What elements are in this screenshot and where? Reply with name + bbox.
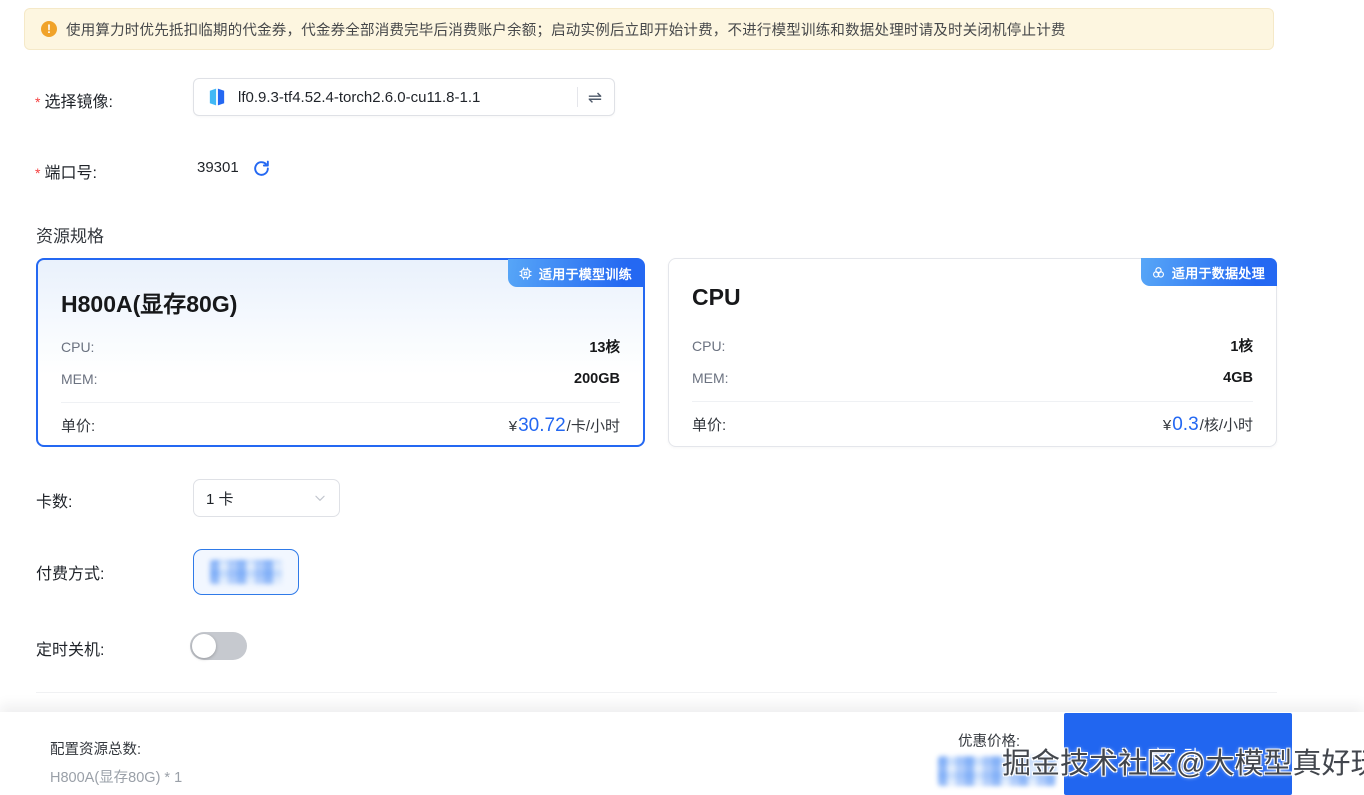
chip-icon [519, 267, 532, 279]
card-title: H800A(显存80G) [61, 291, 238, 317]
field-divider [576, 87, 578, 107]
mem-spec-row: MEM: 4GB [692, 370, 1253, 386]
resource-specs-title: 资源规格 [36, 227, 104, 246]
mem-value: 200GB [574, 371, 620, 387]
card-divider [61, 402, 620, 403]
content-divider [36, 692, 1277, 693]
card-count-select[interactable]: 1 卡 [193, 479, 340, 517]
payment-method-label: 付费方式: [36, 566, 105, 583]
launch-button[interactable]: 启 动 [1064, 713, 1292, 795]
price-key: 单价: [692, 417, 727, 434]
card-badge-data-processing: 适用于数据处理 [1140, 258, 1277, 286]
image-logo-icon [209, 88, 225, 106]
mem-spec-row: MEM: 200GB [61, 371, 620, 387]
cpu-value: 13核 [589, 340, 620, 356]
instance-config-page: ! 使用算力时优先抵扣临期的代金券，代金券全部消费完毕后消费账户余额；启动实例后… [0, 0, 1364, 795]
price-row: 单价: ¥30.72/卡/小时 [61, 415, 620, 437]
mem-value: 4GB [1223, 370, 1253, 386]
spec-card-cpu[interactable]: 适用于数据处理 CPU CPU: 1核 MEM: 4GB 单价: ¥0.3/核/… [668, 258, 1277, 447]
required-asterisk: * [35, 94, 41, 110]
promo-price-label: 优惠价格: [958, 734, 1021, 750]
payment-method-button[interactable] [193, 549, 299, 595]
price-value: ¥30.72/卡/小时 [508, 415, 620, 436]
required-asterisk: * [35, 165, 41, 181]
port-value: 39301 [197, 159, 239, 176]
badge-label: 适用于数据处理 [1171, 265, 1265, 281]
billing-warning-banner: ! 使用算力时优先抵扣临期的代金券，代金券全部消费完毕后消费账户余额；启动实例后… [24, 8, 1274, 50]
price-row: 单价: ¥0.3/核/小时 [692, 414, 1253, 436]
card-count-label: 卡数: [36, 494, 73, 511]
spec-card-h800a[interactable]: 适用于模型训练 H800A(显存80G) CPU: 13核 MEM: 200GB… [36, 258, 645, 447]
card-divider [692, 401, 1253, 402]
scheduled-shutdown-toggle[interactable] [190, 632, 247, 660]
price-value: ¥0.3/核/小时 [1162, 414, 1253, 435]
image-select-field[interactable]: lf0.9.3-tf4.52.4-torch2.6.0-cu11.8-1.1 ⇌ [193, 78, 615, 116]
swap-icon[interactable]: ⇌ [588, 89, 602, 106]
toggle-knob [192, 634, 216, 658]
image-select-value: lf0.9.3-tf4.52.4-torch2.6.0-cu11.8-1.1 [238, 88, 481, 106]
cpu-key: CPU: [692, 337, 726, 354]
total-resources-label: 配置资源总数: [50, 742, 142, 758]
mem-key: MEM: [692, 370, 729, 386]
card-count-value: 1 卡 [206, 490, 234, 508]
mem-key: MEM: [61, 371, 98, 387]
card-badge-model-training: 适用于模型训练 [507, 259, 644, 287]
total-resources-value: H800A(显存80G) * 1 [50, 770, 183, 786]
chevron-down-icon [315, 495, 325, 501]
price-number: 30.72 [518, 415, 566, 436]
banner-text: 使用算力时优先抵扣临期的代金券，代金券全部消费完毕后消费账户余额；启动实例后立即… [66, 22, 1066, 39]
cpu-value: 1核 [1230, 339, 1253, 355]
price-key: 单价: [61, 418, 96, 435]
data-icon [1152, 266, 1164, 278]
image-select-label: * 选择镜像: [35, 94, 113, 111]
warning-icon: ! [41, 21, 57, 37]
port-label: * 端口号: [35, 165, 97, 182]
redacted-promo-price [938, 756, 1056, 786]
badge-label: 适用于模型训练 [538, 266, 632, 282]
price-number: 0.3 [1172, 414, 1199, 435]
refresh-icon[interactable] [252, 159, 271, 178]
cpu-spec-row: CPU: 13核 [61, 336, 620, 357]
scheduled-shutdown-label: 定时关机: [36, 642, 105, 659]
cpu-spec-row: CPU: 1核 [692, 335, 1253, 356]
footer-bar: 配置资源总数: H800A(显存80G) * 1 优惠价格: 启 动 掘金技术社… [0, 712, 1364, 795]
cpu-key: CPU: [61, 338, 95, 355]
redacted-payment-value [210, 560, 282, 584]
card-title: CPU [692, 284, 741, 310]
